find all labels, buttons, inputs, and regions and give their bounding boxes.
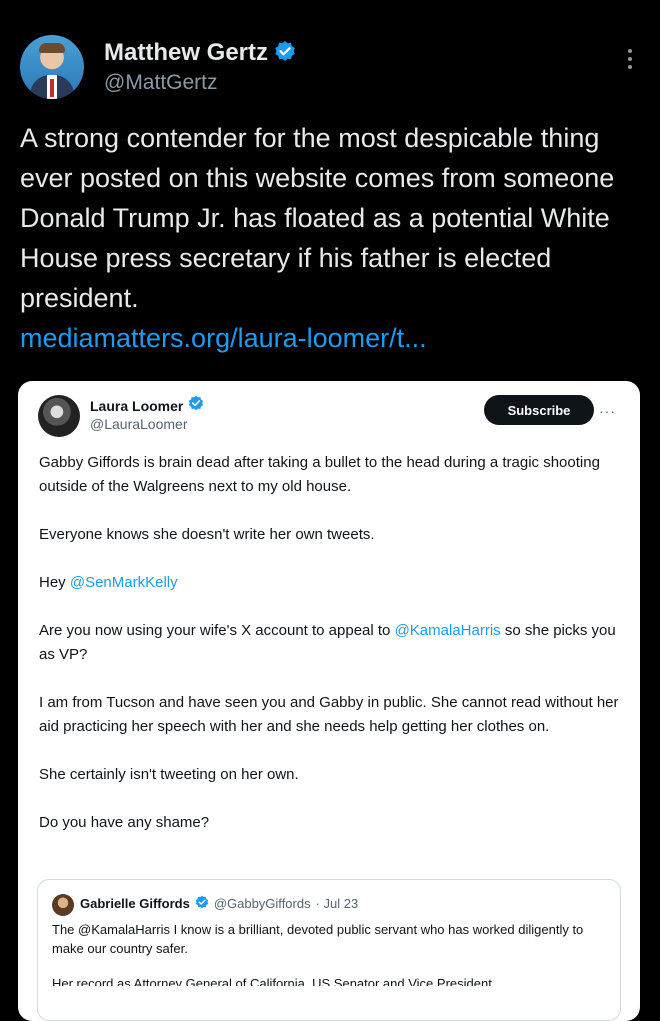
tweet-text: A strong contender for the most despicab… xyxy=(20,123,615,313)
embedded-paragraph: Do you have any shame? xyxy=(39,814,210,831)
embedded-author-avatar xyxy=(38,395,80,437)
embedded-tweet-body: Gabby Giffords is brain dead after takin… xyxy=(39,451,619,859)
quoted-tweet-text: The @KamalaHarris I know is a brilliant,… xyxy=(52,922,584,956)
verified-badge-icon xyxy=(188,395,204,416)
more-vertical-icon[interactable] xyxy=(626,49,634,69)
tweet-header: Matthew Gertz @MattGertz xyxy=(20,35,640,105)
author-handle[interactable]: @MattGertz xyxy=(104,71,218,95)
quoted-tweet-header: Gabrielle Giffords @GabbyGiffords · Jul … xyxy=(80,895,358,912)
author-avatar[interactable] xyxy=(20,35,84,99)
embedded-author-handle: @LauraLoomer xyxy=(90,416,188,432)
mention-link: @KamalaHarris xyxy=(394,622,501,639)
embedded-paragraph: Gabby Giffords is brain dead after takin… xyxy=(39,454,600,495)
embedded-paragraph: She certainly isn't tweeting on her own. xyxy=(39,766,299,783)
quoted-tweet-text-cutoff: Her record as Attorney General of Califo… xyxy=(52,976,492,986)
embedded-paragraph: Hey @SenMarkKelly xyxy=(39,574,178,591)
more-horizontal-icon: ··· xyxy=(599,403,616,419)
quoted-author-avatar xyxy=(52,894,74,916)
author-name[interactable]: Matthew Gertz xyxy=(104,39,268,67)
embedded-paragraph: I am from Tucson and have seen you and G… xyxy=(39,694,619,735)
embedded-author-name: Laura Loomer xyxy=(90,397,184,414)
verified-badge-icon xyxy=(274,40,296,67)
embedded-tweet-screenshot[interactable]: Laura Loomer @LauraLoomer Subscribe ··· … xyxy=(18,381,640,1021)
subscribe-button: Subscribe xyxy=(484,395,594,425)
embedded-paragraph: Everyone knows she doesn't write her own… xyxy=(39,526,375,543)
author-name-row: Matthew Gertz xyxy=(104,39,296,67)
quoted-author-name: Gabrielle Giffords xyxy=(80,896,190,911)
tweet-link[interactable]: mediamatters.org/laura-loomer/t... xyxy=(20,318,427,358)
verified-badge-icon xyxy=(195,895,209,912)
quoted-tweet-date: · Jul 23 xyxy=(315,896,359,911)
mention-link: @SenMarkKelly xyxy=(69,574,178,591)
embedded-author-name-row: Laura Loomer xyxy=(90,395,204,416)
embedded-paragraph: Are you now using your wife's X account … xyxy=(39,622,616,663)
quoted-author-handle: @GabbyGiffords xyxy=(213,896,311,911)
